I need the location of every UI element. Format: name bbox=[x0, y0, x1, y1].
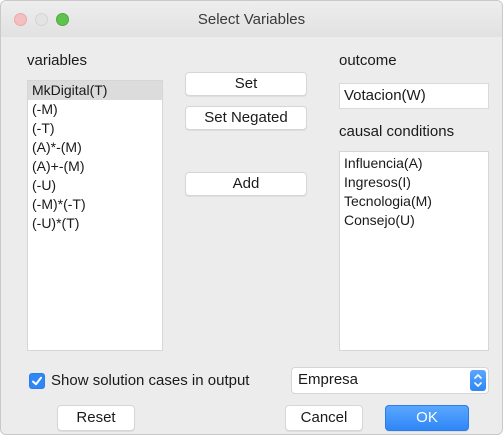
select-variables-dialog: Select Variables variables MkDigital(T) … bbox=[0, 0, 503, 435]
reset-button[interactable]: Reset bbox=[57, 405, 135, 431]
causal-condition-item[interactable]: Tecnologia(M) bbox=[340, 192, 488, 211]
causal-condition-item[interactable]: Influencia(A) bbox=[340, 154, 488, 173]
case-column-select[interactable]: Empresa bbox=[291, 367, 489, 394]
up-down-chevron-icon[interactable] bbox=[470, 370, 486, 391]
cancel-button[interactable]: Cancel bbox=[285, 405, 363, 431]
causal-conditions-label: causal conditions bbox=[339, 123, 455, 140]
variables-list-item[interactable]: (A)+-(M) bbox=[28, 157, 162, 176]
variables-list-item[interactable]: (-U) bbox=[28, 176, 162, 195]
checkmark-icon bbox=[32, 376, 42, 386]
title-bar: Select Variables bbox=[1, 1, 502, 37]
variables-list-item[interactable]: (-M) bbox=[28, 100, 162, 119]
outcome-label: outcome bbox=[339, 52, 397, 69]
variables-list-item[interactable]: (A)*-(M) bbox=[28, 138, 162, 157]
show-solution-cases-checkbox[interactable] bbox=[29, 373, 45, 389]
causal-condition-item[interactable]: Ingresos(I) bbox=[340, 173, 488, 192]
variables-list-item[interactable]: MkDigital(T) bbox=[28, 81, 162, 100]
causal-condition-item[interactable]: Consejo(U) bbox=[340, 211, 488, 230]
case-column-select-value: Empresa bbox=[298, 371, 359, 388]
add-button[interactable]: Add bbox=[185, 172, 307, 196]
variables-list-item[interactable]: (-T) bbox=[28, 119, 162, 138]
outcome-field[interactable]: Votacion(W) bbox=[339, 83, 489, 109]
set-negated-button[interactable]: Set Negated bbox=[185, 106, 307, 130]
variables-label: variables bbox=[27, 52, 88, 69]
causal-conditions-list[interactable]: Influencia(A) Ingresos(I) Tecnologia(M) … bbox=[339, 151, 489, 351]
ok-button[interactable]: OK bbox=[385, 405, 469, 431]
window-title: Select Variables bbox=[197, 11, 306, 28]
show-solution-cases-label: Show solution cases in output bbox=[51, 372, 250, 389]
variables-list-item[interactable]: (-M)*(-T) bbox=[28, 195, 162, 214]
set-button[interactable]: Set bbox=[185, 72, 307, 96]
variables-list-item[interactable]: (-U)*(T) bbox=[28, 214, 162, 233]
variables-list[interactable]: MkDigital(T) (-M) (-T) (A)*-(M) (A)+-(M)… bbox=[27, 80, 163, 351]
